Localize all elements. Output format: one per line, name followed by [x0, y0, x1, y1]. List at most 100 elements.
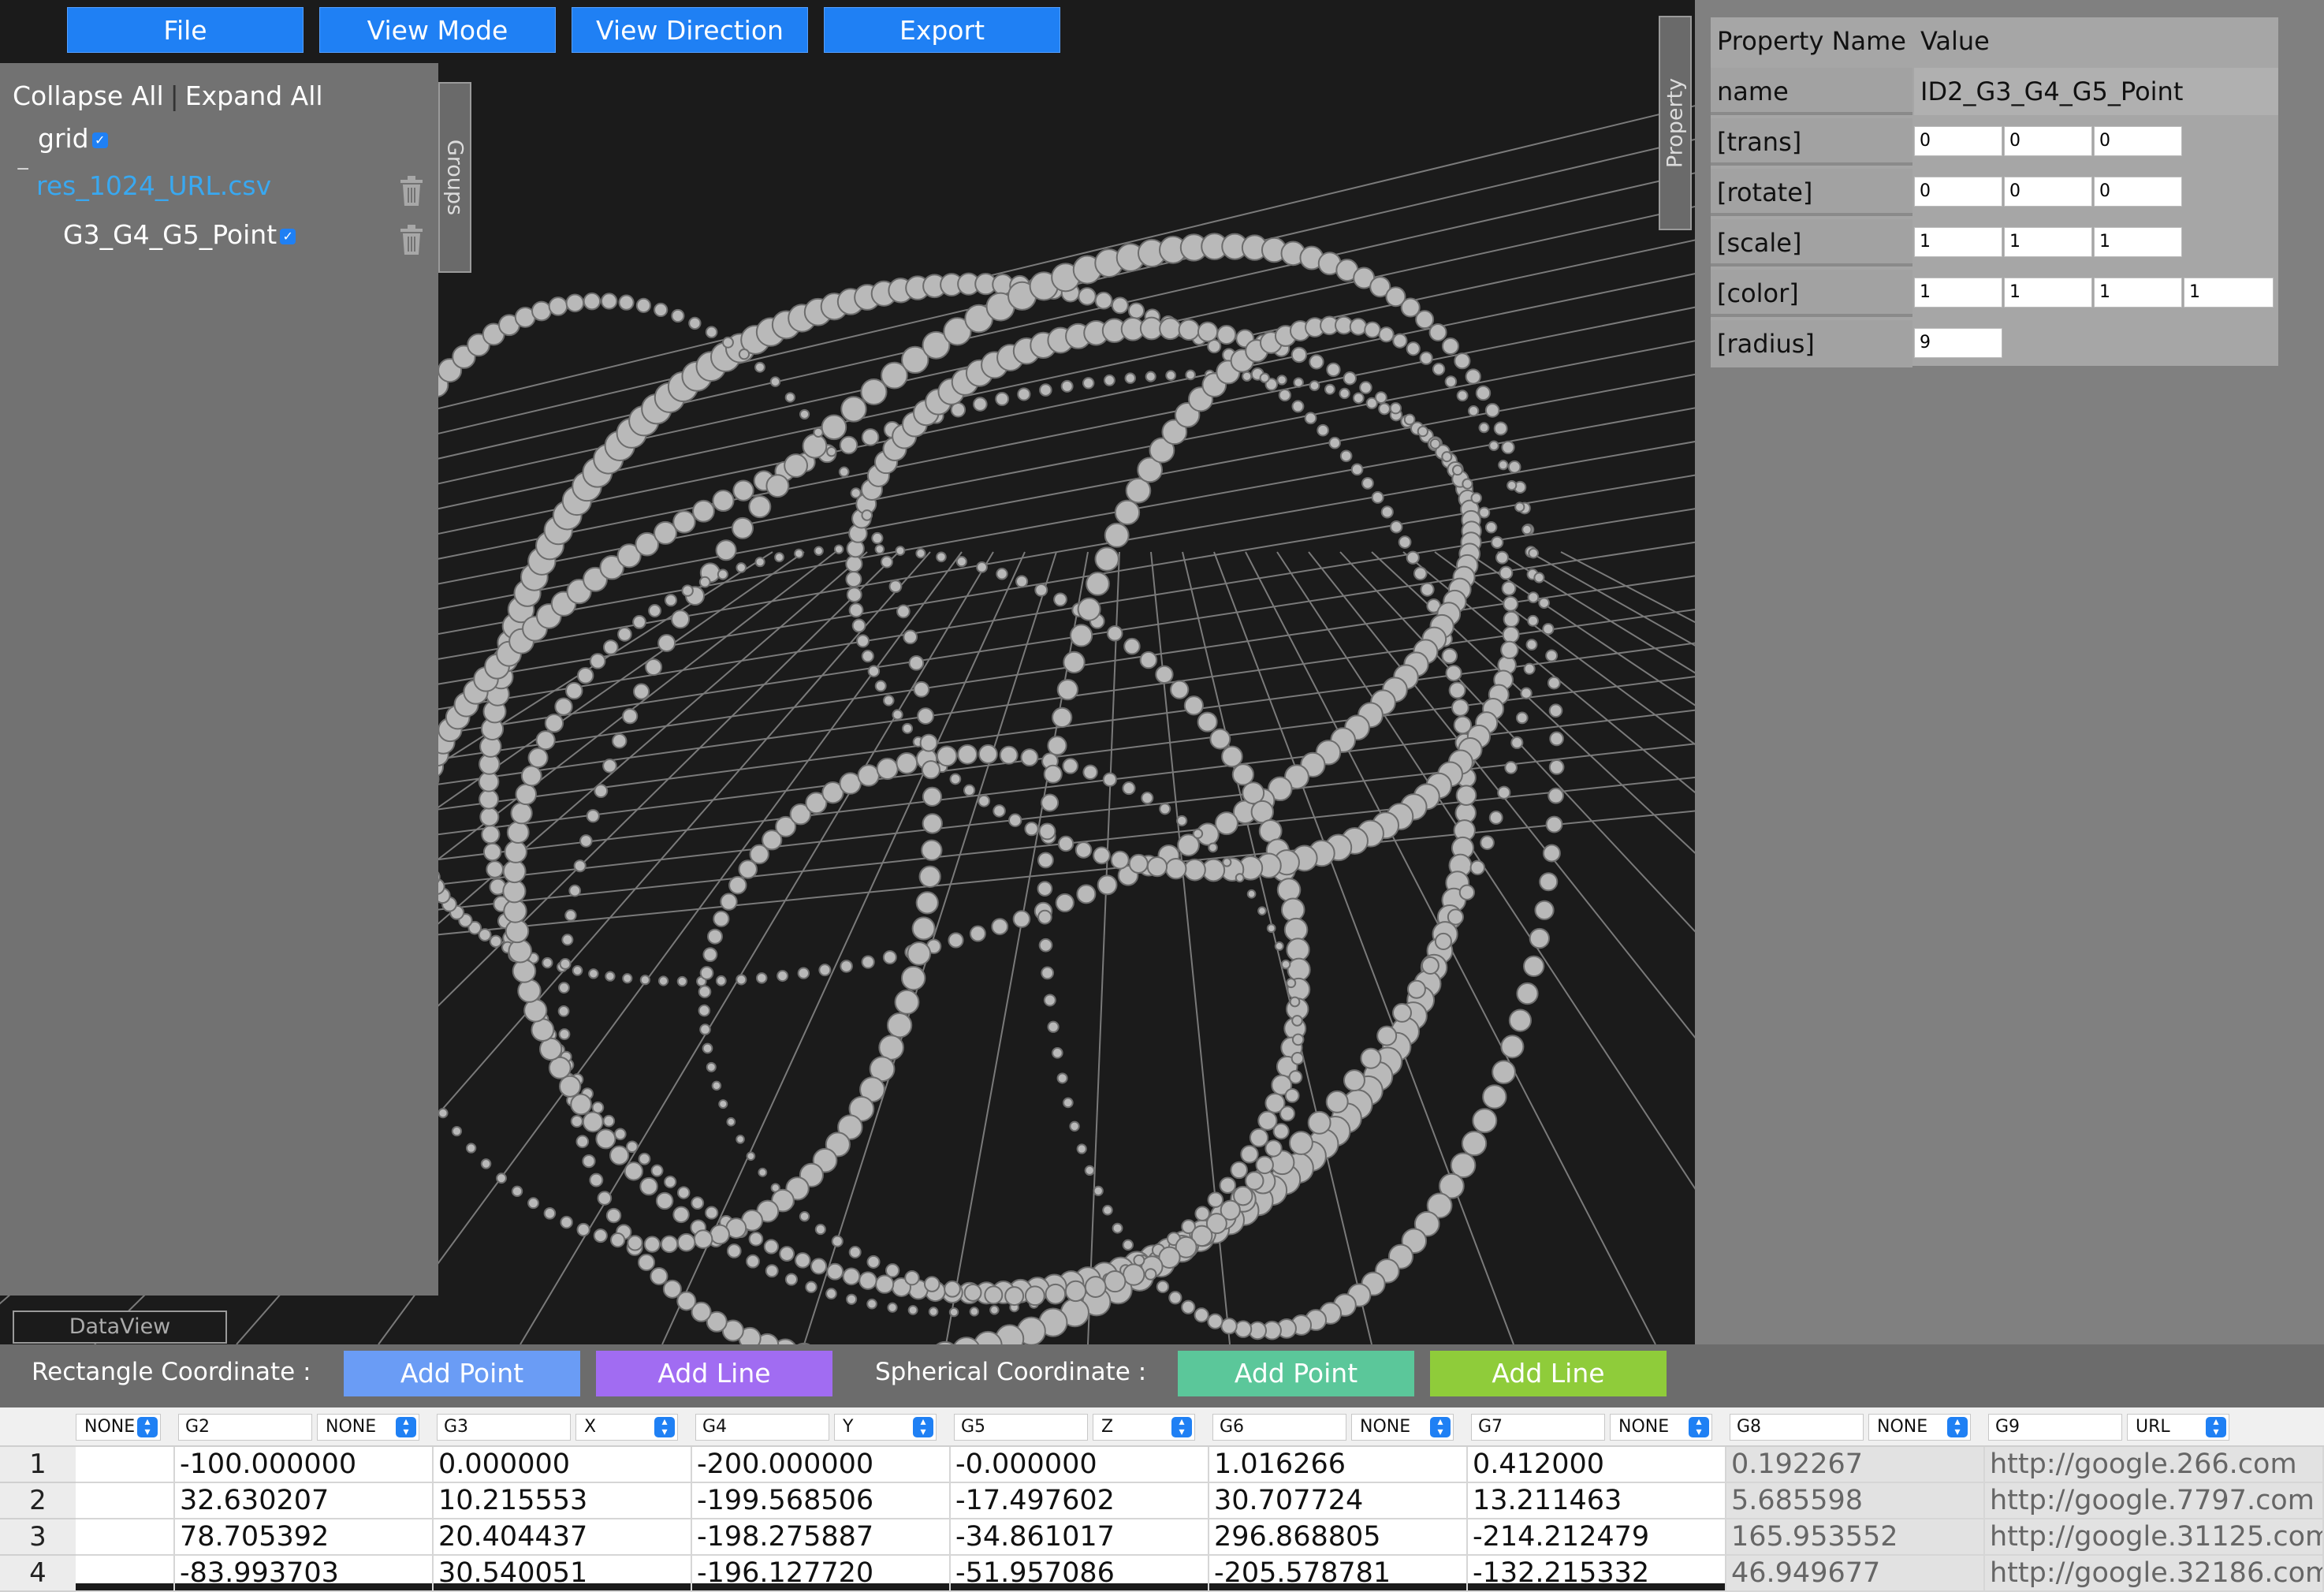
- table-cell[interactable]: 10.215553: [434, 1483, 692, 1519]
- column-type-select[interactable]: NONE ▴ ▾: [1868, 1414, 1971, 1441]
- column-name-input[interactable]: G6: [1212, 1414, 1346, 1441]
- table-cell[interactable]: 296.868805: [1209, 1519, 1468, 1556]
- table-cell[interactable]: -34.861017: [951, 1519, 1209, 1556]
- table-cell[interactable]: -51.957086: [951, 1556, 1209, 1592]
- point-sphere: [949, 773, 962, 785]
- color-a-input[interactable]: 1: [2184, 278, 2274, 308]
- table-cell[interactable]: 30.707724: [1209, 1483, 1468, 1519]
- table-cell[interactable]: -132.215332: [1468, 1556, 1726, 1592]
- table-cell[interactable]: -214.212479: [1468, 1519, 1726, 1556]
- sph-add-line-button[interactable]: Add Line: [1430, 1351, 1667, 1396]
- table-cell[interactable]: 1.016266: [1209, 1447, 1468, 1483]
- table-cell[interactable]: http://google.7797.com: [1985, 1483, 2324, 1519]
- column-type-select[interactable]: Z ▴ ▾: [1093, 1414, 1195, 1441]
- table-cell[interactable]: -200.000000: [692, 1447, 951, 1483]
- table-cell[interactable]: 165.953552: [1726, 1519, 1985, 1556]
- point-sphere: [706, 928, 723, 945]
- table-cell[interactable]: 46.949677: [1726, 1556, 1985, 1592]
- trans-x-input[interactable]: 0: [1914, 126, 2002, 156]
- point-sphere: [978, 794, 991, 807]
- rotate-x-input[interactable]: 0: [1914, 177, 2002, 207]
- column-name-input[interactable]: G3: [437, 1414, 571, 1441]
- radius-input[interactable]: 9: [1914, 328, 2002, 358]
- table-cell[interactable]: 32.630207: [175, 1483, 434, 1519]
- scale-z-input[interactable]: 1: [2094, 227, 2182, 257]
- table-cell[interactable]: -196.127720: [692, 1556, 951, 1592]
- table-cell[interactable]: [76, 1483, 175, 1519]
- column-type-select[interactable]: URL ▴ ▾: [2127, 1414, 2229, 1441]
- property-tab[interactable]: Property: [1659, 16, 1692, 230]
- column-type-select[interactable]: NONE ▴ ▾: [1351, 1414, 1454, 1441]
- column-type-select[interactable]: NONE ▴ ▾: [1610, 1414, 1712, 1441]
- column-name-input[interactable]: G4: [695, 1414, 829, 1441]
- tree-item-point-group[interactable]: G3_G4_G5_Point ✓: [63, 219, 296, 250]
- table-cell[interactable]: [76, 1519, 175, 1556]
- visibility-checkbox[interactable]: ✓: [280, 228, 296, 244]
- column-name-input[interactable]: G8: [1730, 1414, 1864, 1441]
- color-r-input[interactable]: 1: [1914, 278, 2002, 308]
- table-cell[interactable]: 0.000000: [434, 1447, 692, 1483]
- column-name-input[interactable]: G2: [178, 1414, 312, 1441]
- table-cell[interactable]: 0.192267: [1726, 1447, 1985, 1483]
- view-mode-menu-button[interactable]: View Mode: [319, 7, 556, 53]
- trans-y-input[interactable]: 0: [2004, 126, 2092, 156]
- scale-y-input[interactable]: 1: [2004, 227, 2092, 257]
- collapse-all-link[interactable]: Collapse All: [13, 80, 164, 111]
- tree-item-grid[interactable]: grid ✓: [38, 123, 108, 154]
- table-cell[interactable]: [76, 1556, 175, 1592]
- file-menu-button[interactable]: File: [67, 7, 304, 53]
- column-name-input[interactable]: G7: [1471, 1414, 1605, 1441]
- tree-item-dataset[interactable]: − res_1024_URL.csv: [16, 159, 271, 201]
- column-name-input[interactable]: G9: [1988, 1414, 2122, 1441]
- column-type-select[interactable]: Y ▴ ▾: [834, 1414, 937, 1441]
- point-sphere: [999, 745, 1019, 765]
- visibility-checkbox[interactable]: ✓: [91, 132, 108, 148]
- table-cell[interactable]: -198.275887: [692, 1519, 951, 1556]
- point-sphere: [1507, 479, 1518, 491]
- groups-tab[interactable]: Groups: [438, 82, 471, 273]
- trans-z-input[interactable]: 0: [2094, 126, 2182, 156]
- table-cell[interactable]: 13.211463: [1468, 1483, 1726, 1519]
- expand-all-link[interactable]: Expand All: [185, 80, 323, 111]
- trash-icon[interactable]: [398, 175, 425, 207]
- rotate-y-input[interactable]: 0: [2004, 177, 2092, 207]
- table-cell[interactable]: -17.497602: [951, 1483, 1209, 1519]
- column-type-select[interactable]: X ▴ ▾: [575, 1414, 678, 1441]
- export-menu-button[interactable]: Export: [824, 7, 1060, 53]
- table-cell[interactable]: http://google.31125.com: [1985, 1519, 2324, 1556]
- table-cell[interactable]: 0.412000: [1468, 1447, 1726, 1483]
- column-name-input[interactable]: G5: [954, 1414, 1088, 1441]
- table-cell[interactable]: 78.705392: [175, 1519, 434, 1556]
- point-sphere: [671, 308, 685, 323]
- rect-add-line-button[interactable]: Add Line: [596, 1351, 832, 1396]
- point-sphere: [1392, 333, 1408, 349]
- point-sphere: [1455, 785, 1477, 806]
- sph-add-point-button[interactable]: Add Point: [1178, 1351, 1414, 1396]
- column-type-select[interactable]: NONE ▴ ▾: [317, 1414, 419, 1441]
- table-cell[interactable]: 20.404437: [434, 1519, 692, 1556]
- trash-icon[interactable]: [398, 224, 425, 255]
- table-cell[interactable]: -83.993703: [175, 1556, 434, 1592]
- rect-add-point-button[interactable]: Add Point: [344, 1351, 580, 1396]
- point-sphere: [1339, 449, 1353, 463]
- column-type-select[interactable]: NONE ▴ ▾: [76, 1414, 161, 1441]
- table-cell[interactable]: -205.578781: [1209, 1556, 1468, 1592]
- table-cell[interactable]: 5.685598: [1726, 1483, 1985, 1519]
- table-cell[interactable]: 30.540051: [434, 1556, 692, 1592]
- table-cell[interactable]: -199.568506: [692, 1483, 951, 1519]
- point-sphere: [654, 520, 678, 545]
- color-g-input[interactable]: 1: [2004, 278, 2092, 308]
- table-cell[interactable]: -0.000000: [951, 1447, 1209, 1483]
- table-cell[interactable]: -100.000000: [175, 1447, 434, 1483]
- dataview-tab[interactable]: DataView: [13, 1311, 227, 1344]
- point-sphere: [1194, 1206, 1211, 1221]
- table-cell[interactable]: [76, 1447, 175, 1483]
- rotate-z-input[interactable]: 0: [2094, 177, 2182, 207]
- name-value[interactable]: ID2_G3_G4_G5_Point: [1914, 68, 2278, 115]
- color-b-input[interactable]: 1: [2094, 278, 2182, 308]
- table-cell[interactable]: http://google.32186.com: [1985, 1556, 2324, 1592]
- view-direction-menu-button[interactable]: View Direction: [572, 7, 808, 53]
- scale-x-input[interactable]: 1: [1914, 227, 2002, 257]
- table-cell[interactable]: http://google.266.com: [1985, 1447, 2324, 1483]
- collapse-toggle-icon[interactable]: −: [16, 159, 30, 179]
